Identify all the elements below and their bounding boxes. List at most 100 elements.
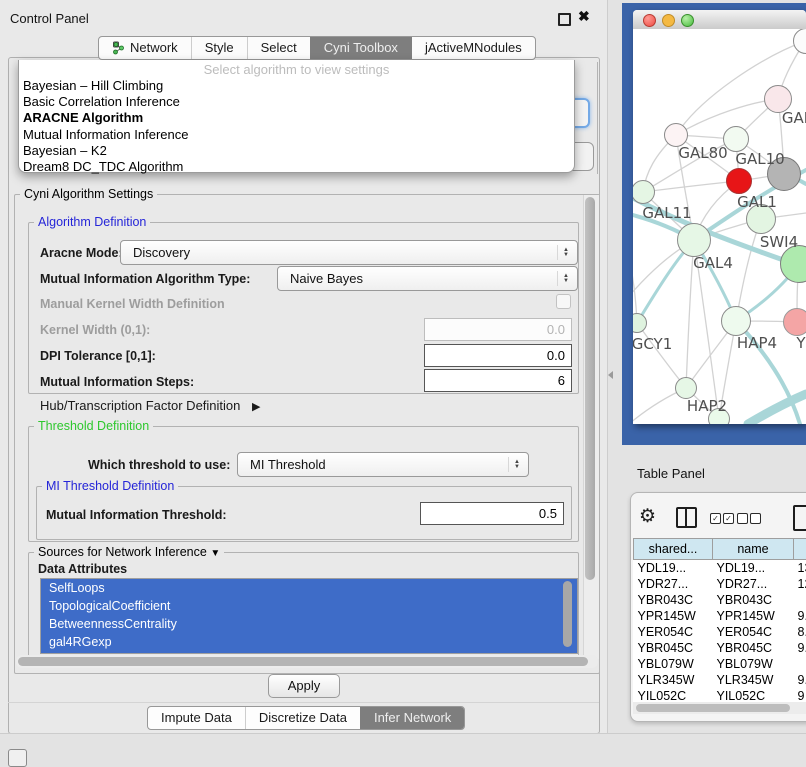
minimized-panel-icon[interactable]: [8, 749, 27, 767]
network-node[interactable]: [677, 223, 711, 257]
algorithm-option-dream8-dc-tdc-algorithm[interactable]: Dream8 DC_TDC Algorithm: [19, 159, 574, 175]
table-cell: YIL052C: [713, 688, 794, 702]
algorithm-option-aracne-algorithm[interactable]: ARACNE Algorithm: [19, 110, 574, 126]
table-cell: 9.: [794, 672, 806, 688]
tab-label: Network: [130, 37, 178, 59]
table-cell: YLR345W: [634, 672, 713, 688]
column-header-shared[interactable]: shared...: [634, 539, 713, 560]
table-cell: YDL19...: [634, 560, 713, 577]
network-canvas[interactable]: GALGAL80GAL10GAL1GAL11SWI4GAL4HAP4YGCY1H…: [633, 29, 806, 424]
algorithm-popup-placeholder: Select algorithm to view settings: [19, 62, 574, 78]
attributes-scrollbar-thumb[interactable]: [563, 581, 572, 647]
settings-vscrollbar-thumb[interactable]: [585, 197, 595, 580]
network-node[interactable]: [675, 377, 697, 399]
unchecked-checkbox-icon[interactable]: [737, 513, 748, 524]
table-row[interactable]: YPR145WYPR145W9.: [634, 608, 806, 624]
table-row[interactable]: YIL052CYIL052C9: [634, 688, 806, 702]
table-cell: YDL19...: [713, 560, 794, 577]
table-cell: YDR27...: [713, 576, 794, 592]
mi-type-value: Naive Bayes: [278, 271, 557, 286]
close-icon[interactable]: ✖: [578, 8, 590, 25]
attribute-item-betweennesscentrality[interactable]: BetweennessCentrality: [41, 615, 577, 633]
dpi-tolerance-field[interactable]: [424, 344, 572, 367]
table-row[interactable]: YDL19...YDL19...13: [634, 560, 806, 577]
table-row[interactable]: YDR27...YDR27...12: [634, 576, 806, 592]
table-row[interactable]: YBR043CYBR043C: [634, 592, 806, 608]
gear-icon[interactable]: ⚙: [639, 505, 656, 528]
sources-toggle[interactable]: Sources for Network Inference ▼: [34, 545, 224, 559]
splitter-collapse-arrow[interactable]: [608, 371, 613, 379]
network-icon: [112, 41, 125, 55]
algorithm-option-bayesian-hill-climbing[interactable]: Bayesian – Hill Climbing: [19, 78, 574, 94]
bottom-tab-discretize-data[interactable]: Discretize Data: [245, 707, 360, 729]
table-panel-title: Table Panel: [637, 466, 705, 481]
bottom-tab-impute-data[interactable]: Impute Data: [148, 707, 245, 729]
attribute-item-topologicalcoefficient[interactable]: TopologicalCoefficient: [41, 597, 577, 615]
spinner-icon: ▲▼: [557, 271, 574, 286]
spinner-icon: ▲▼: [508, 457, 525, 472]
algorithm-option-basic-correlation-inference[interactable]: Basic Correlation Inference: [19, 94, 574, 110]
aracne-mode-select[interactable]: Discovery ▲▼: [120, 240, 578, 265]
tab-select[interactable]: Select: [247, 37, 310, 59]
network-node[interactable]: [721, 306, 751, 336]
table-hscrollbar-thumb[interactable]: [636, 704, 790, 712]
chevron-right-icon: ▶: [252, 401, 260, 413]
mi-steps-field[interactable]: [424, 369, 572, 392]
columns-icon[interactable]: [676, 507, 697, 528]
which-threshold-select[interactable]: MI Threshold ▲▼: [237, 452, 529, 477]
tab-style[interactable]: Style: [191, 37, 247, 59]
tab-network[interactable]: Network: [99, 37, 191, 59]
bottom-tab-infer-network[interactable]: Infer Network: [360, 707, 464, 729]
sources-title: Sources for Network Inference: [38, 545, 207, 559]
table-cell: YBR043C: [634, 592, 713, 608]
dpi-tolerance-label: DPI Tolerance [0,1]:: [40, 349, 156, 363]
network-node[interactable]: [726, 168, 752, 194]
table-cell: YER054C: [634, 624, 713, 640]
tab-jactivemnodules[interactable]: jActiveMNodules: [411, 37, 535, 59]
mi-threshold-field[interactable]: [420, 502, 564, 525]
checked-checkbox-icon[interactable]: ✓: [710, 513, 721, 524]
table-cell: YBL079W: [634, 656, 713, 672]
page-icon[interactable]: [793, 505, 806, 531]
close-traffic-light-icon[interactable]: [643, 14, 656, 27]
tab-label: Infer Network: [374, 707, 451, 729]
algorithm-option-bayesian-k2[interactable]: Bayesian – K2: [19, 143, 574, 159]
mi-type-select[interactable]: Naive Bayes ▲▼: [277, 266, 578, 291]
checked-checkbox-icon[interactable]: ✓: [723, 513, 734, 524]
zoom-traffic-light-icon[interactable]: [681, 14, 694, 27]
divider: [0, 733, 806, 734]
table-row[interactable]: YLR345WYLR345W9.: [634, 672, 806, 688]
unchecked-checkbox-icon[interactable]: [750, 513, 761, 524]
column-header-a[interactable]: A: [794, 539, 806, 560]
kernel-width-field[interactable]: [424, 318, 572, 341]
attribute-item-selfloops[interactable]: SelfLoops: [41, 579, 577, 597]
mi-type-label: Mutual Information Algorithm Type:: [40, 272, 250, 286]
algorithm-definition-title: Algorithm Definition: [34, 215, 150, 229]
mi-threshold-title: MI Threshold Definition: [42, 479, 178, 493]
tab-label: jActiveMNodules: [425, 37, 522, 59]
table-row[interactable]: YBR045CYBR045C9.: [634, 640, 806, 656]
table-row[interactable]: YBL079WYBL079W: [634, 656, 806, 672]
divider: [8, 702, 599, 703]
table-cell: [794, 592, 806, 608]
column-header-name[interactable]: name: [713, 539, 794, 560]
node-table: shared...nameA YDL19...YDL19...13YDR27..…: [633, 538, 806, 702]
table-row[interactable]: YER054CYER054C8.: [634, 624, 806, 640]
network-window-titlebar[interactable]: [633, 10, 806, 30]
node-label-gal11: GAL11: [633, 204, 727, 222]
attribute-item-gal4rgexp[interactable]: gal4RGexp: [41, 633, 577, 651]
settings-hscrollbar-thumb[interactable]: [18, 657, 588, 666]
float-window-icon[interactable]: [558, 13, 571, 26]
minimize-traffic-light-icon[interactable]: [662, 14, 675, 27]
network-node[interactable]: [783, 308, 806, 336]
table-cell: 13: [794, 560, 806, 577]
algorithm-list: Bayesian – Hill ClimbingBasic Correlatio…: [19, 78, 574, 175]
which-threshold-value: MI Threshold: [238, 457, 508, 472]
algorithm-option-mutual-information-inference[interactable]: Mutual Information Inference: [19, 127, 574, 143]
data-attributes-list: SelfLoopsTopologicalCoefficientBetweenne…: [40, 578, 578, 654]
hub-definition-toggle[interactable]: Hub/Transcription Factor Definition ▶: [40, 398, 260, 413]
tab-cyni-toolbox[interactable]: Cyni Toolbox: [310, 37, 411, 59]
manual-kernel-checkbox[interactable]: [556, 294, 571, 309]
table-cell: YER054C: [713, 624, 794, 640]
apply-button[interactable]: Apply: [268, 674, 340, 698]
